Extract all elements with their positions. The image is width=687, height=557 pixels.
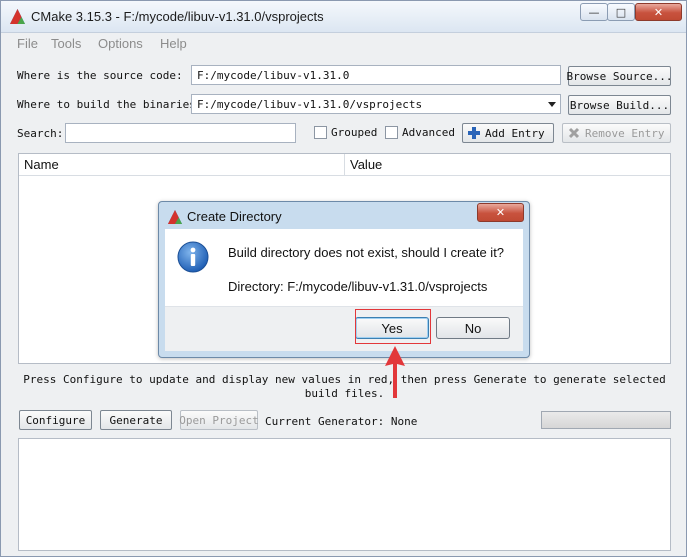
add-entry-button[interactable]: Add Entry bbox=[462, 123, 554, 143]
dialog-message: Build directory does not exist, should I… bbox=[228, 245, 505, 260]
close-icon: ✕ bbox=[653, 5, 664, 19]
close-icon: ✕ bbox=[495, 206, 506, 219]
remove-entry-button[interactable]: Remove Entry bbox=[562, 123, 671, 143]
configure-label: Configure bbox=[25, 413, 86, 427]
source-label: Where is the source code: bbox=[17, 69, 183, 82]
create-directory-dialog: Create Directory ✕ Build directory does … bbox=[158, 201, 530, 358]
dialog-title: Create Directory bbox=[187, 209, 282, 224]
column-header-name[interactable]: Name bbox=[19, 154, 345, 176]
no-label: No bbox=[464, 320, 482, 336]
advanced-label: Advanced bbox=[402, 126, 455, 139]
menu-file[interactable]: File bbox=[17, 36, 38, 51]
close-button[interactable]: ✕ bbox=[635, 3, 682, 21]
build-path-combo[interactable]: F:/mycode/libuv-v1.31.0/vsprojects bbox=[191, 94, 561, 114]
remove-x-icon bbox=[568, 127, 580, 139]
source-path-input[interactable]: F:/mycode/libuv-v1.31.0 bbox=[191, 65, 561, 85]
current-generator-text: Current Generator: None bbox=[265, 415, 418, 428]
minimize-icon: — bbox=[588, 5, 600, 19]
menu-tools[interactable]: Tools bbox=[51, 36, 81, 51]
menu-help[interactable]: Help bbox=[160, 36, 187, 51]
browse-build-label: Browse Build... bbox=[569, 98, 670, 112]
remove-entry-label: Remove Entry bbox=[585, 126, 665, 140]
dialog-footer: Yes No bbox=[165, 306, 523, 351]
maximize-button[interactable]: □ bbox=[607, 3, 635, 21]
generate-label: Generate bbox=[109, 413, 163, 427]
plus-icon bbox=[468, 127, 480, 139]
open-project-label: Open Project bbox=[179, 413, 259, 427]
search-input[interactable] bbox=[65, 123, 296, 143]
output-log[interactable] bbox=[18, 438, 671, 551]
title-bar[interactable]: CMake 3.15.3 - F:/mycode/libuv-v1.31.0/v… bbox=[1, 1, 686, 33]
yes-highlight-box bbox=[355, 309, 431, 344]
configure-hint: Press Configure to update and display ne… bbox=[23, 373, 666, 400]
search-label: Search: bbox=[17, 127, 64, 140]
information-icon bbox=[177, 241, 209, 273]
dialog-directory: Directory: F:/mycode/libuv-v1.31.0/vspro… bbox=[228, 279, 488, 294]
browse-source-label: Browse Source... bbox=[566, 69, 673, 83]
advanced-checkbox[interactable] bbox=[385, 126, 398, 139]
grouped-label: Grouped bbox=[331, 126, 378, 139]
dropdown-arrow-icon[interactable] bbox=[548, 102, 556, 107]
window-title: CMake 3.15.3 - F:/mycode/libuv-v1.31.0/v… bbox=[31, 9, 324, 24]
maximize-icon: □ bbox=[615, 5, 627, 19]
cmake-logo-icon bbox=[10, 9, 25, 24]
grouped-checkbox[interactable] bbox=[314, 126, 327, 139]
progress-bar bbox=[541, 411, 671, 429]
annotation-arrow-icon bbox=[385, 346, 405, 398]
configure-button[interactable]: Configure bbox=[19, 410, 92, 430]
build-path-value: F:/mycode/libuv-v1.31.0/vsprojects bbox=[197, 98, 423, 111]
generate-button[interactable]: Generate bbox=[100, 410, 172, 430]
build-label: Where to build the binaries: bbox=[17, 98, 203, 111]
dialog-close-button[interactable]: ✕ bbox=[477, 203, 524, 222]
dialog-body: Build directory does not exist, should I… bbox=[165, 229, 523, 306]
column-header-value[interactable]: Value bbox=[345, 154, 670, 176]
menu-bar: File Tools Options Help bbox=[1, 34, 686, 54]
menu-options[interactable]: Options bbox=[98, 36, 143, 51]
cmake-logo-icon bbox=[167, 209, 183, 225]
add-entry-label: Add Entry bbox=[485, 126, 545, 140]
browse-build-button[interactable]: Browse Build... bbox=[568, 95, 671, 115]
no-button[interactable]: No bbox=[436, 317, 510, 339]
open-project-button[interactable]: Open Project bbox=[179, 410, 259, 430]
browse-source-button[interactable]: Browse Source... bbox=[566, 66, 673, 86]
minimize-button[interactable]: — bbox=[580, 3, 608, 21]
